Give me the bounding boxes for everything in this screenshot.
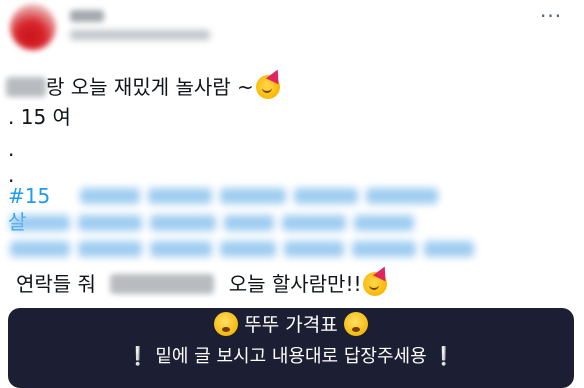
hashtag-redacted[interactable]: [10, 241, 70, 257]
hashtag-redacted[interactable]: [220, 241, 276, 257]
hashtag-redacted[interactable]: [354, 215, 414, 231]
banner-subtitle-row: ❕ 밑에 글 보시고 내용대로 답장주세용 ❕: [8, 344, 574, 370]
partying-face-icon: [255, 75, 280, 99]
hashtag-redacted[interactable]: [224, 215, 274, 231]
hashtag-redacted[interactable]: [284, 241, 344, 257]
hashtag-redacted[interactable]: [10, 215, 70, 231]
hashtag-redacted[interactable]: [294, 188, 358, 204]
exclamation-icon: ❕: [126, 346, 150, 367]
exclamation-icon: ❕: [432, 346, 456, 367]
redacted-name: [6, 77, 46, 97]
hashtag-redacted[interactable]: [352, 241, 416, 257]
tweet-line-1-text: 랑 오늘 재밌게 놀사람 ~: [46, 75, 254, 99]
tweet: ··· 랑 오늘 재밌게 놀사람 ~ . 15 여 . . #15살 연락들 줘…: [0, 0, 584, 388]
tweet-line-1: 랑 오늘 재밌게 놀사람 ~: [6, 74, 280, 100]
handle-redacted[interactable]: [70, 30, 210, 40]
display-name-redacted[interactable]: [70, 10, 104, 22]
hashtag-redacted[interactable]: [78, 215, 142, 231]
more-options-icon[interactable]: ···: [540, 6, 562, 26]
hashtag-redacted[interactable]: [78, 241, 142, 257]
hashtag-redacted[interactable]: [80, 188, 140, 204]
banner-title: 뚜뚜 가격표: [244, 314, 338, 336]
hashtag-redacted[interactable]: [220, 188, 286, 204]
dizzy-face-icon: [214, 312, 239, 336]
redacted-contact: [110, 274, 215, 294]
avatar[interactable]: [10, 4, 56, 50]
contact-line: 연락들 줘 오늘 할사람만!!: [16, 270, 388, 298]
hashtag-redacted[interactable]: [424, 241, 474, 257]
hashtag-redacted[interactable]: [366, 188, 438, 204]
hashtag-redacted[interactable]: [150, 215, 216, 231]
tweet-line-2: . 15 여: [8, 105, 71, 129]
price-banner-image[interactable]: 뚜뚜 가격표 ❕ 밑에 글 보시고 내용대로 답장주세용 ❕: [8, 308, 574, 388]
dizzy-face-icon: [343, 312, 368, 336]
hashtag-redacted[interactable]: [150, 241, 212, 257]
hashtag-redacted[interactable]: [148, 188, 212, 204]
banner-title-row: 뚜뚜 가격표: [8, 312, 574, 338]
banner-subtitle: 밑에 글 보시고 내용대로 답장주세용: [155, 346, 427, 367]
hashtag-redacted[interactable]: [282, 215, 346, 231]
tweet-dot-1: .: [8, 137, 15, 161]
contact-suffix: 오늘 할사람만!!: [228, 272, 362, 296]
partying-face-icon: [363, 272, 388, 296]
contact-prefix: 연락들 줘: [16, 272, 96, 296]
